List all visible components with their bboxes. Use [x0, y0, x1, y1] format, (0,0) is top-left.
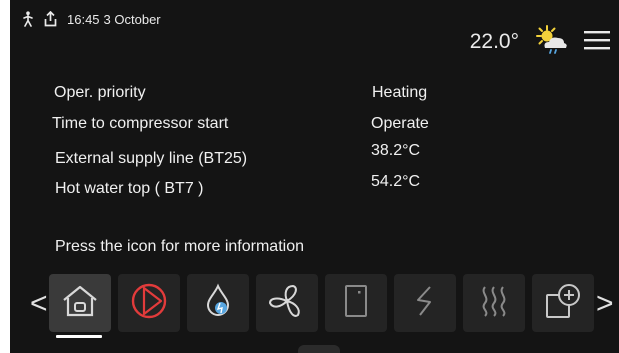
heating-waves-icon [476, 283, 512, 324]
partly-cloudy-rain-icon[interactable] [533, 24, 569, 61]
pull-up-handle[interactable] [298, 345, 340, 353]
info-value-external-supply: 38.2°C [371, 142, 421, 159]
heatpump-display: 16:45 3 October 22.0° Oper. priority Hea… [10, 0, 619, 353]
compressor-icon [129, 281, 169, 326]
tank-tile-button[interactable] [325, 274, 387, 332]
fan-icon [266, 281, 308, 326]
header-right: 22.0° [470, 22, 619, 62]
info-value-oper-priority: Heating [372, 84, 428, 101]
upload-icon [44, 11, 57, 27]
active-tile-indicator [56, 335, 102, 338]
accessory-tile-button[interactable] [532, 274, 594, 332]
electric-addition-tile-button[interactable] [394, 274, 456, 332]
home-tile-button[interactable] [49, 274, 111, 332]
ventilation-tile-button[interactable] [256, 274, 318, 332]
info-value-hot-water-top: 54.2°C [371, 173, 421, 190]
hot-water-tile-button[interactable] [187, 274, 249, 332]
info-label-oper-priority: Oper. priority [54, 84, 146, 101]
person-walking-icon [22, 11, 34, 27]
status-bar: 16:45 3 October [22, 8, 161, 30]
heating-tile-button[interactable] [463, 274, 525, 332]
next-arrow-button[interactable]: > [596, 278, 614, 330]
hamburger-menu-icon[interactable] [583, 28, 611, 57]
status-date: 3 October [103, 11, 161, 27]
prev-arrow-button[interactable]: < [30, 278, 48, 330]
water-drop-icon [203, 282, 233, 324]
info-label-hot-water-top: Hot water top ( BT7 ) [55, 180, 204, 197]
outdoor-temperature[interactable]: 22.0° [470, 30, 519, 54]
tank-icon [342, 283, 370, 324]
electric-heater-icon [410, 283, 440, 324]
compressor-tile-button[interactable] [118, 274, 180, 332]
add-accessory-icon [543, 281, 583, 326]
info-value-compressor-start: Operate [371, 115, 429, 132]
info-hint: Press the icon for more information [55, 238, 304, 255]
icon-bar: < > [10, 274, 619, 338]
info-label-compressor-start: Time to compressor start [52, 115, 229, 132]
status-time: 16:45 [67, 11, 100, 27]
screen-edge [0, 0, 10, 353]
home-icon [60, 283, 100, 324]
info-label-external-supply: External supply line (BT25) [55, 150, 248, 167]
